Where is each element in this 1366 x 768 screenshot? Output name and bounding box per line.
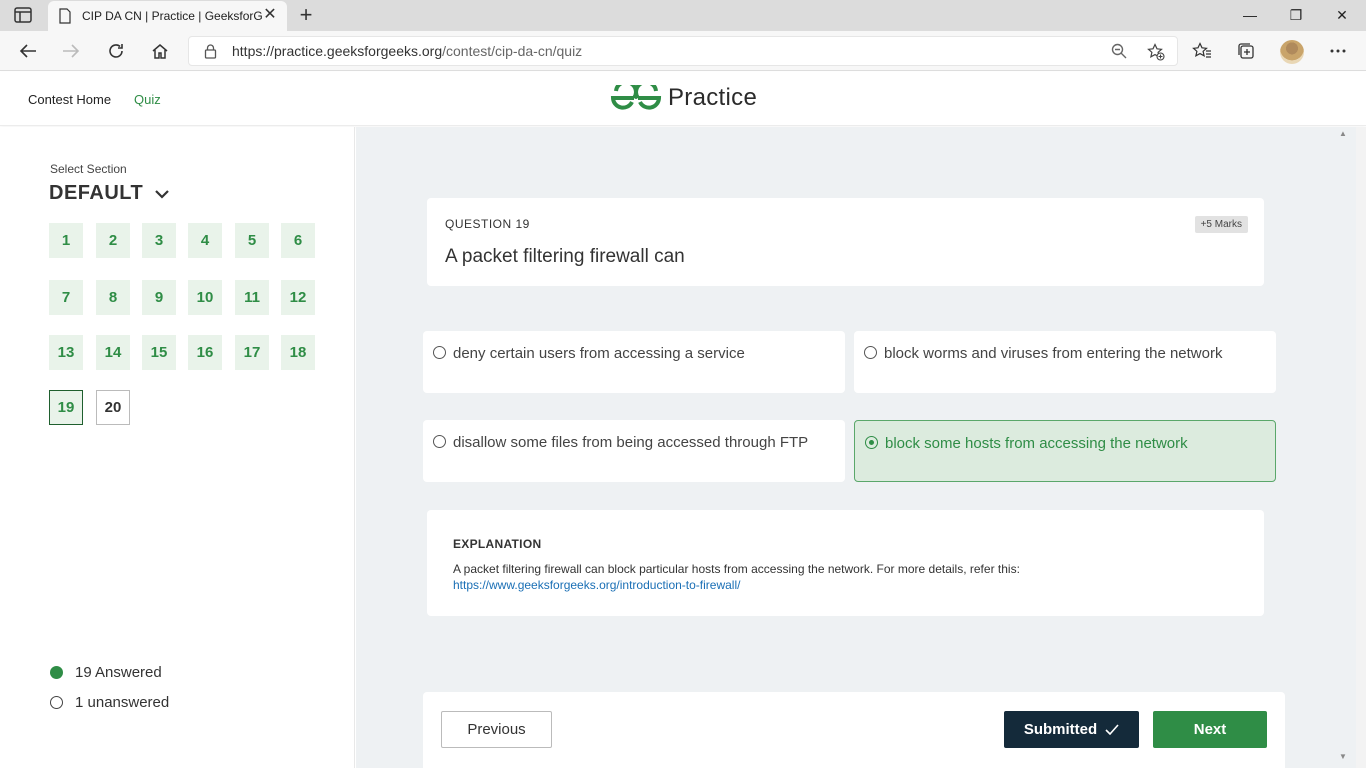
forward-icon[interactable]	[58, 39, 84, 63]
zoom-icon[interactable]	[1111, 43, 1127, 59]
profile-avatar[interactable]	[1280, 40, 1304, 64]
answered-count: 19 Answered	[75, 664, 162, 681]
check-icon	[1105, 724, 1119, 735]
collections-icon[interactable]	[1235, 41, 1257, 61]
explanation-title: EXPLANATION	[453, 537, 542, 551]
question-card: QUESTION 19 +5 Marks A packet filtering …	[427, 198, 1264, 286]
next-button[interactable]: Next	[1153, 711, 1267, 748]
question-nav-12[interactable]: 12	[281, 280, 315, 315]
explanation-link[interactable]: https://www.geeksforgeeks.org/introducti…	[453, 578, 740, 592]
question-nav-20[interactable]: 20	[96, 390, 130, 425]
window-close-icon[interactable]: ✕	[1322, 4, 1362, 26]
submitted-label: Submitted	[1023, 721, 1098, 738]
question-nav-13[interactable]: 13	[49, 335, 83, 370]
page-icon	[59, 8, 71, 24]
option-label: block some hosts from accessing the netw…	[885, 435, 1188, 452]
marks-badge: +5 Marks	[1194, 216, 1248, 233]
previous-button[interactable]: Previous	[441, 711, 552, 748]
answered-dot-icon	[50, 666, 63, 679]
url-field[interactable]: https://practice.geeksforgeeks.org/conte…	[188, 36, 1178, 66]
home-icon[interactable]	[147, 39, 173, 63]
question-nav-5[interactable]: 5	[235, 223, 269, 258]
explanation-text: A packet filtering firewall can block pa…	[453, 561, 1233, 593]
back-icon[interactable]	[15, 39, 41, 63]
gfg-logo[interactable]: Practice	[610, 84, 757, 112]
quiz-footer: Previous Submitted Next	[423, 692, 1285, 768]
question-text: A packet filtering firewall can	[445, 246, 685, 267]
minimize-icon[interactable]: —	[1230, 4, 1270, 26]
option-1[interactable]: deny certain users from accessing a serv…	[423, 331, 845, 393]
plus-icon[interactable]: +	[296, 4, 316, 26]
question-nav-4[interactable]: 4	[188, 223, 222, 258]
question-number: QUESTION 19	[445, 217, 530, 231]
option-2[interactable]: block worms and viruses from entering th…	[854, 331, 1276, 393]
question-nav-15[interactable]: 15	[142, 335, 176, 370]
favorites-icon[interactable]	[1191, 41, 1213, 61]
question-nav-6[interactable]: 6	[281, 223, 315, 258]
url-text: https://practice.geeksforgeeks.org/conte…	[232, 43, 583, 59]
browser-tab-bar: CIP DA CN | Practice | GeeksforG ✕ + — ❐…	[0, 0, 1366, 31]
answered-legend: 19 Answered	[50, 664, 162, 681]
explanation-card: EXPLANATION A packet filtering firewall …	[427, 510, 1264, 616]
logo-text: Practice	[668, 84, 758, 111]
section-dropdown[interactable]: DEFAULT	[49, 182, 170, 205]
radio-icon[interactable]	[864, 346, 877, 359]
lock-icon[interactable]	[204, 44, 217, 59]
maximize-icon[interactable]: ❐	[1276, 4, 1316, 26]
option-label: deny certain users from accessing a serv…	[453, 345, 745, 362]
question-nav-19[interactable]: 19	[49, 390, 83, 425]
scrollbar[interactable]	[1356, 127, 1366, 768]
option-label: disallow some files from being accessed …	[453, 434, 809, 451]
close-icon[interactable]: ✕	[263, 7, 277, 23]
radio-icon[interactable]	[433, 435, 446, 448]
unanswered-dot-icon	[50, 696, 63, 709]
reload-icon[interactable]	[103, 39, 129, 63]
contest-home-link[interactable]: Contest Home	[28, 92, 111, 107]
tab-actions-icon[interactable]	[14, 7, 32, 23]
question-nav-11[interactable]: 11	[235, 280, 269, 315]
question-nav-9[interactable]: 9	[142, 280, 176, 315]
question-nav-1[interactable]: 1	[49, 223, 83, 258]
sidebar: Select Section DEFAULT 1 2 3 4 5 6 7 8 9…	[0, 127, 355, 768]
option-3[interactable]: disallow some files from being accessed …	[423, 420, 845, 482]
option-4[interactable]: block some hosts from accessing the netw…	[854, 420, 1276, 482]
scroll-down-icon[interactable]: ▼	[1339, 752, 1347, 761]
gfg-logo-icon	[610, 85, 662, 110]
section-name: DEFAULT	[49, 182, 144, 204]
tab-title: CIP DA CN | Practice | GeeksforG	[82, 9, 262, 23]
unanswered-count: 1 unanswered	[75, 694, 170, 711]
address-bar: https://practice.geeksforgeeks.org/conte…	[0, 31, 1366, 71]
question-nav-16[interactable]: 16	[188, 335, 222, 370]
unanswered-legend: 1 unanswered	[50, 694, 169, 711]
question-nav-2[interactable]: 2	[96, 223, 130, 258]
question-nav-17[interactable]: 17	[235, 335, 269, 370]
option-label: block worms and viruses from entering th…	[884, 345, 1223, 362]
scroll-up-icon[interactable]: ▲	[1339, 129, 1347, 138]
site-header: Contest Home Quiz Practice	[0, 72, 1366, 126]
radio-icon[interactable]	[433, 346, 446, 359]
submitted-button[interactable]: Submitted	[1004, 711, 1139, 748]
add-favorite-icon[interactable]	[1147, 43, 1165, 61]
question-nav-10[interactable]: 10	[188, 280, 222, 315]
radio-selected-icon[interactable]	[865, 436, 878, 449]
more-icon[interactable]	[1327, 41, 1349, 61]
question-nav-7[interactable]: 7	[49, 280, 83, 315]
chevron-down-icon	[155, 189, 170, 199]
select-section-label: Select Section	[50, 162, 127, 176]
question-nav-3[interactable]: 3	[142, 223, 176, 258]
question-nav-14[interactable]: 14	[96, 335, 130, 370]
question-nav-18[interactable]: 18	[281, 335, 315, 370]
explanation-body: A packet filtering firewall can block pa…	[453, 562, 1020, 576]
browser-tab[interactable]: CIP DA CN | Practice | GeeksforG ✕	[48, 1, 287, 31]
quiz-link[interactable]: Quiz	[134, 92, 161, 107]
question-nav-8[interactable]: 8	[96, 280, 130, 315]
